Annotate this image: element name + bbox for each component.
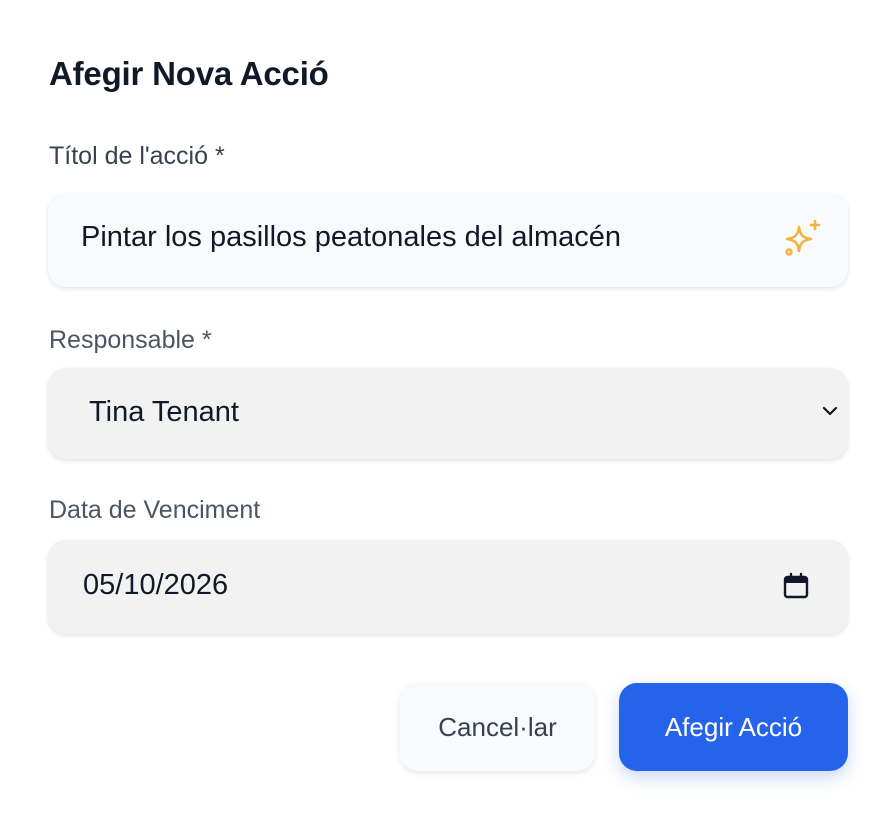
responsible-label: Responsable * [49, 326, 212, 354]
responsible-select[interactable]: Tina Tenant [48, 368, 848, 459]
due-date-value: 05/10/2026 [83, 569, 229, 601]
action-title-value: Pintar los pasillos peatonales del almac… [81, 221, 622, 253]
chevron-down-icon [822, 406, 838, 416]
due-date-label: Data de Venciment [49, 496, 261, 524]
action-title-input[interactable]: Pintar los pasillos peatonales del almac… [48, 193, 848, 287]
add-action-button[interactable]: Afegir Acció [619, 683, 848, 771]
responsible-selected-value: Tina Tenant [89, 396, 239, 428]
dialog-title: Afegir Nova Acció [49, 55, 329, 92]
due-date-input[interactable]: 05/10/2026 [48, 540, 848, 634]
add-action-dialog: Afegir Nova Acció Títol de l'acció * Pin… [0, 0, 896, 818]
action-title-label: Títol de l'acció * [49, 142, 225, 170]
calendar-icon[interactable] [782, 572, 810, 600]
sparkles-icon[interactable] [782, 218, 824, 260]
cancel-button[interactable]: Cancel·lar [400, 683, 595, 771]
